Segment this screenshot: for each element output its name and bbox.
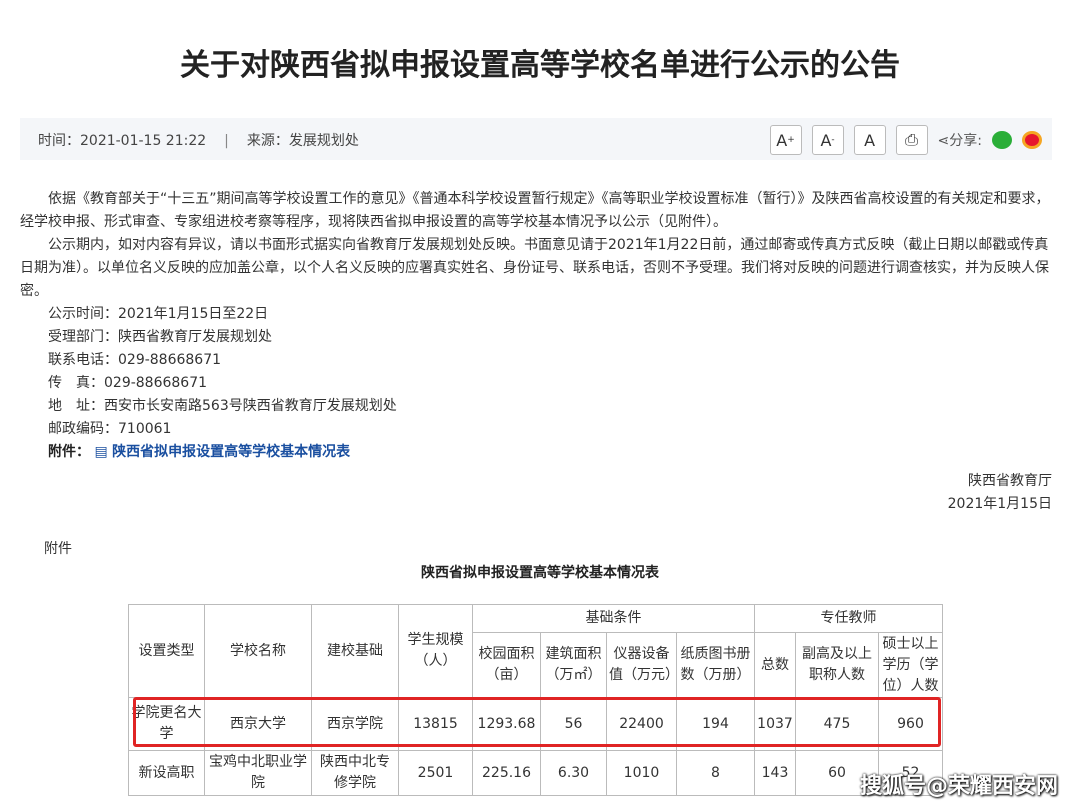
table-cell: 143 [754,750,796,796]
header-sub: 建筑面积（万㎡） [540,632,607,698]
table-cell: 6.30 [540,750,607,796]
info-line: 受理部门：陕西省教育厅发展规划处 [48,329,272,345]
separator: | [224,133,229,149]
share-label: ⋖分享: [938,130,982,150]
header-base: 建校基础 [311,604,399,698]
attachment-line: 附件： ▤ 陕西省拟申报设置高等学校基本情况表 [20,441,1052,464]
signature-org: 陕西省教育厅 [968,473,1052,489]
font-increase-button[interactable]: A + [769,125,802,155]
header-teachers: 专任教师 [754,604,943,633]
header-basic-conditions: 基础条件 [472,604,755,633]
table-row: 新设高职 宝鸡中北职业学院 陕西中北专修学院 2501 225.16 6.30 1010 8 1… [128,750,943,796]
source: 发展规划处 [288,133,359,149]
header-students: 学生规模（人） [398,604,473,698]
table-cell: 宝鸡中北职业学院 [204,750,312,796]
watermark: 搜狐号@荣耀西安网 [859,774,1058,799]
font-decrease-button[interactable]: A- [811,125,844,155]
attachment-label: 附件： [48,444,90,460]
printer-icon: ⎙ [905,130,918,149]
annex-label: 附件 [44,541,72,557]
article-body: 依据《教育部关于“十三五”期间高等学校设置工作的意见》《普通本科学校设置暂行规定… [20,188,1052,516]
share-text: 分享: [949,133,982,149]
info-line: 邮政编码：710061 [48,421,172,437]
meta-bar: 时间：2021-01-15 21:22 | 来源：发展规划处 A + A- A ⎙ ⋖… [20,118,1052,160]
table-cell: 新设高职 [128,750,205,796]
font-decrease-label: A [820,130,832,150]
font-reset-label: A [864,130,876,150]
table-cell: 2501 [398,750,473,796]
publish-time: 2021-01-15 21:22 [80,133,207,149]
header-sub: 校园面积（亩） [472,632,541,698]
attachment-link[interactable]: 陕西省拟申报设置高等学校基本情况表 [112,444,350,460]
signature-date: 2021年1月15日 [947,496,1052,512]
info-line: 公示时间：2021年1月15日至22日 [48,306,269,322]
table-cell: 陕西中北专修学院 [311,750,399,796]
source-label: 来源： [246,133,289,149]
header-name: 学校名称 [204,604,312,698]
time-label: 时间： [38,133,80,149]
header-type: 设置类型 [128,604,205,698]
info-line: 地 址：西安市长安南路563号陕西省教育厅发展规划处 [48,398,397,414]
table-cell: 8 [676,750,755,796]
header-sub: 总数 [754,632,796,698]
header-sub: 副高及以上职称人数 [795,632,879,698]
share-icon: ⋖ [937,133,950,149]
header-sub: 硕士以上学历（学位）人数 [878,632,943,698]
paragraph: 依据《教育部关于“十三五”期间高等学校设置工作的意见》《普通本科学校设置暂行规定… [20,191,1050,230]
header-sub: 纸质图书册数（万册） [676,632,755,698]
paragraph: 公示期内，如对内容有异议，请以书面形式据实向省教育厅发展规划处反映。书面意见请于… [20,237,1049,299]
table-title: 陕西省拟申报设置高等学校基本情况表 [421,565,659,581]
table-cell: 225.16 [472,750,541,796]
weibo-icon[interactable] [1022,131,1042,149]
document-icon: ▤ [94,444,108,460]
table-cell: 1010 [606,750,677,796]
font-reset-button[interactable]: A [853,125,886,155]
wechat-icon[interactable] [992,131,1012,149]
highlight-box [133,697,941,747]
page-title: 关于对陕西省拟申报设置高等学校名单进行公示的公告 [180,48,900,83]
print-button[interactable]: ⎙ [895,125,928,155]
info-line: 联系电话：029-88668671 [48,352,222,368]
font-increase-label: A [776,130,788,150]
header-sub: 仪器设备值（万元） [606,632,677,698]
info-line: 传 真：029-88668671 [48,375,208,391]
